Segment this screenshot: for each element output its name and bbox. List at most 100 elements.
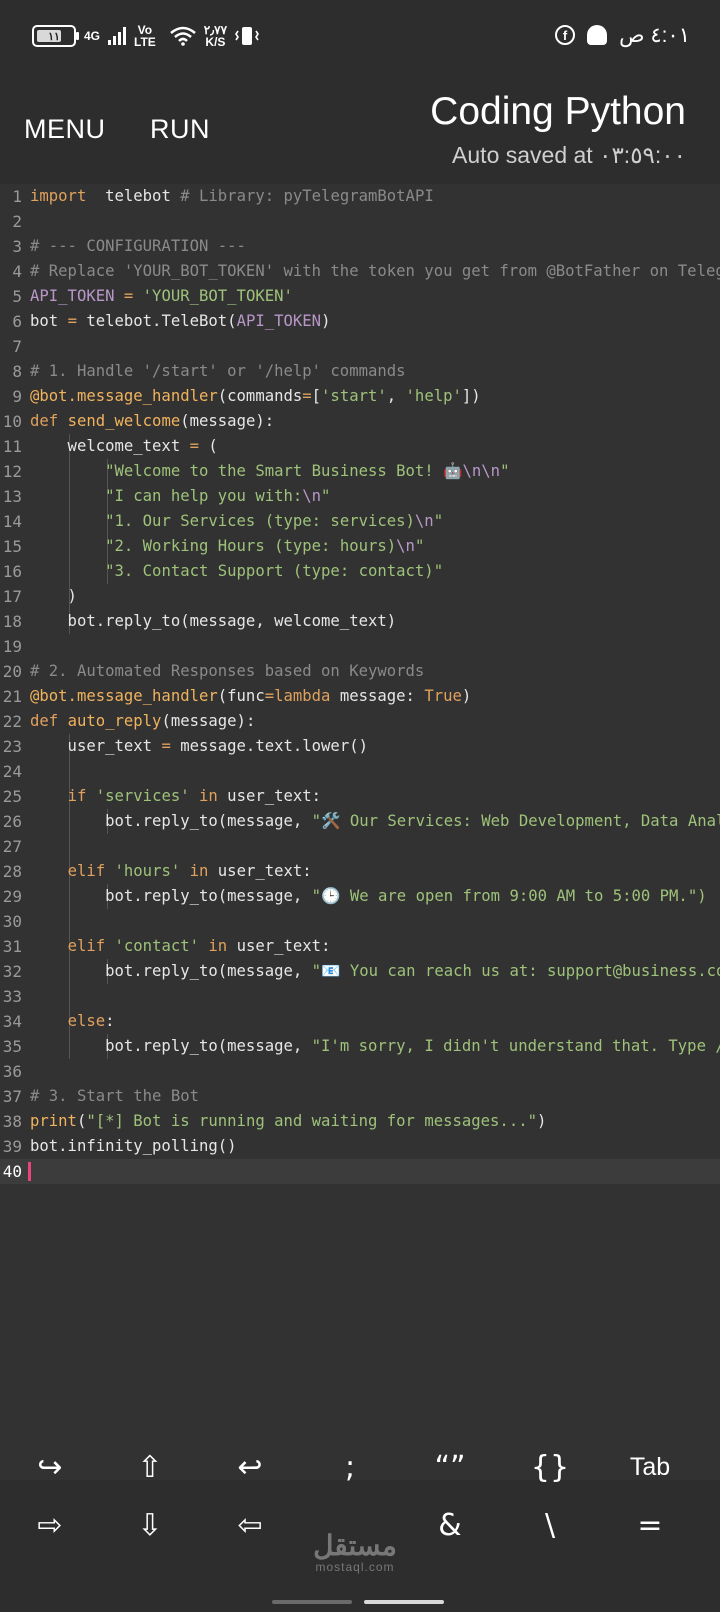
equals-key[interactable]: = bbox=[610, 1500, 690, 1550]
semicolon-key[interactable]: ; bbox=[310, 1442, 390, 1492]
code-line[interactable]: 10 def send_welcome(message): bbox=[0, 409, 720, 434]
code-text: bot.reply_to(message, "📧 You can reach u… bbox=[30, 959, 720, 984]
code-token: import bbox=[30, 187, 87, 205]
code-text: @bot.message_handler(commands=['start', … bbox=[30, 384, 481, 409]
net-speed: ٢٫٧٧ K/S bbox=[203, 23, 228, 49]
line-number: 24 bbox=[2, 762, 22, 781]
clock: ٤:٠١ ص bbox=[619, 23, 690, 47]
code-line[interactable]: 30 bbox=[0, 909, 720, 934]
indent-guide bbox=[68, 759, 70, 784]
code-line[interactable]: 15 "2. Working Hours (type: hours)\n" bbox=[0, 534, 720, 559]
code-text: welcome_text = ( bbox=[30, 434, 218, 459]
menu-button[interactable]: MENU bbox=[24, 114, 106, 145]
battery-icon: ١١ bbox=[32, 25, 79, 47]
undo-key[interactable]: ↩ bbox=[210, 1442, 290, 1492]
code-line[interactable]: 12 "Welcome to the Smart Business Bot! 🤖… bbox=[0, 459, 720, 484]
code-line[interactable]: 4 # Replace 'YOUR_BOT_TOKEN' with the tok… bbox=[0, 259, 720, 284]
code-line[interactable]: 23 user_text = message.text.lower() bbox=[0, 734, 720, 759]
code-token: API_TOKEN bbox=[30, 287, 115, 305]
battery-level: ١١ bbox=[48, 30, 60, 43]
code-line[interactable]: 20 # 2. Automated Responses based on Keyw… bbox=[0, 659, 720, 684]
code-line[interactable]: 3 # --- CONFIGURATION --- bbox=[0, 234, 720, 259]
code-token: = bbox=[67, 312, 77, 330]
nav-gesture-back bbox=[272, 1600, 352, 1604]
indent-guide bbox=[68, 909, 70, 934]
code-line[interactable]: 36 bbox=[0, 1059, 720, 1084]
code-text: "3. Contact Support (type: contact)" bbox=[30, 559, 443, 584]
code-editor[interactable]: 1 import telebot # Library: pyTelegramBot… bbox=[0, 184, 720, 1480]
vibrate-icon bbox=[235, 27, 259, 45]
code-line[interactable]: 28 elif 'hours' in user_text: bbox=[0, 859, 720, 884]
code-token: bot.reply_to(message, bbox=[30, 962, 312, 980]
code-line[interactable]: 11 welcome_text = ( bbox=[0, 434, 720, 459]
code-token: @bot.message_handler bbox=[30, 687, 218, 705]
code-token: : bbox=[105, 1012, 115, 1030]
code-line[interactable]: 6 bot = telebot.TeleBot(API_TOKEN) bbox=[0, 309, 720, 334]
ampersand-key[interactable]: & bbox=[410, 1500, 490, 1550]
code-line[interactable]: 7 bbox=[0, 334, 720, 359]
code-line[interactable]: 39 bot.infinity_polling() bbox=[0, 1134, 720, 1159]
line-number: 11 bbox=[2, 437, 22, 456]
arrow-left-key[interactable]: ⇦ bbox=[210, 1500, 290, 1550]
page-title: Coding Python bbox=[430, 90, 686, 133]
text-cursor bbox=[28, 1162, 31, 1181]
braces-key[interactable]: {} bbox=[510, 1442, 590, 1492]
shift-up-key[interactable]: ⇧ bbox=[110, 1442, 190, 1492]
code-line[interactable]: 17 ) bbox=[0, 584, 720, 609]
nav-gesture-home[interactable] bbox=[364, 1600, 444, 1604]
code-token: (message): bbox=[161, 712, 256, 730]
line-number: 38 bbox=[2, 1112, 22, 1131]
line-number: 28 bbox=[2, 862, 22, 881]
code-line[interactable]: 35 bot.reply_to(message, "I'm sorry, I d… bbox=[0, 1034, 720, 1059]
code-line[interactable]: 33 bbox=[0, 984, 720, 1009]
line-number: 36 bbox=[2, 1062, 22, 1081]
code-line[interactable]: 2 bbox=[0, 209, 720, 234]
code-line[interactable]: 27 bbox=[0, 834, 720, 859]
code-text: elif 'hours' in user_text: bbox=[30, 859, 312, 884]
backslash-key[interactable]: \ bbox=[510, 1500, 590, 1550]
code-line[interactable]: 18 bot.reply_to(message, welcome_text) bbox=[0, 609, 720, 634]
code-line[interactable]: 26 bot.reply_to(message, "🛠️ Our Service… bbox=[0, 809, 720, 834]
code-token: 'start' bbox=[321, 387, 387, 405]
code-token: "🕒 We are open from 9:00 AM to 5:00 PM."… bbox=[311, 887, 707, 905]
code-line[interactable]: 40 bbox=[0, 1159, 720, 1184]
quotes-key[interactable]: “” bbox=[410, 1442, 490, 1492]
code-token: " bbox=[321, 487, 331, 505]
line-number: 7 bbox=[12, 337, 22, 356]
code-line[interactable]: 21 @bot.message_handler(func=lambda messa… bbox=[0, 684, 720, 709]
code-line[interactable]: 14 "1. Our Services (type: services)\n" bbox=[0, 509, 720, 534]
code-line[interactable]: 8 # 1. Handle '/start' or '/help' command… bbox=[0, 359, 720, 384]
code-line[interactable]: 29 bot.reply_to(message, "🕒 We are open … bbox=[0, 884, 720, 909]
arrow-right-key[interactable]: ⇨ bbox=[10, 1500, 90, 1550]
code-line[interactable]: 25 if 'services' in user_text: bbox=[0, 784, 720, 809]
code-line[interactable]: 13 "I can help you with:\n" bbox=[0, 484, 720, 509]
code-line[interactable]: 19 bbox=[0, 634, 720, 659]
code-token: user_text: bbox=[208, 862, 312, 880]
code-line[interactable]: 24 bbox=[0, 759, 720, 784]
code-token: "📧 You can reach us at: support@business… bbox=[311, 962, 720, 980]
code-line[interactable]: 9 @bot.message_handler(commands=['start',… bbox=[0, 384, 720, 409]
code-token: in bbox=[189, 862, 209, 880]
line-number: 33 bbox=[2, 987, 22, 1006]
code-line[interactable]: 38 print("[*] Bot is running and waiting … bbox=[0, 1109, 720, 1134]
line-number: 40 bbox=[2, 1162, 22, 1181]
code-token: 'YOUR_BOT_TOKEN' bbox=[142, 287, 293, 305]
code-line[interactable]: 31 elif 'contact' in user_text: bbox=[0, 934, 720, 959]
code-line[interactable]: 32 bot.reply_to(message, "📧 You can reac… bbox=[0, 959, 720, 984]
redo-key[interactable]: ↪ bbox=[10, 1442, 90, 1492]
code-line[interactable]: 16 "3. Contact Support (type: contact)" bbox=[0, 559, 720, 584]
code-line[interactable]: 22 def auto_reply(message): bbox=[0, 709, 720, 734]
arrow-down-key[interactable]: ⇩ bbox=[110, 1500, 190, 1550]
code-line[interactable]: 5 API_TOKEN = 'YOUR_BOT_TOKEN' bbox=[0, 284, 720, 309]
tab-key[interactable]: Tab bbox=[610, 1442, 690, 1492]
code-line[interactable]: 34 else: bbox=[0, 1009, 720, 1034]
code-token: in bbox=[208, 937, 228, 955]
code-line[interactable]: 37 # 3. Start the Bot bbox=[0, 1084, 720, 1109]
line-number: 23 bbox=[2, 737, 22, 756]
run-button[interactable]: RUN bbox=[150, 114, 210, 145]
code-token: "Welcome to the Smart Business Bot! 🤖 bbox=[105, 462, 463, 480]
code-line[interactable]: 1 import telebot # Library: pyTelegramBot… bbox=[0, 184, 720, 209]
